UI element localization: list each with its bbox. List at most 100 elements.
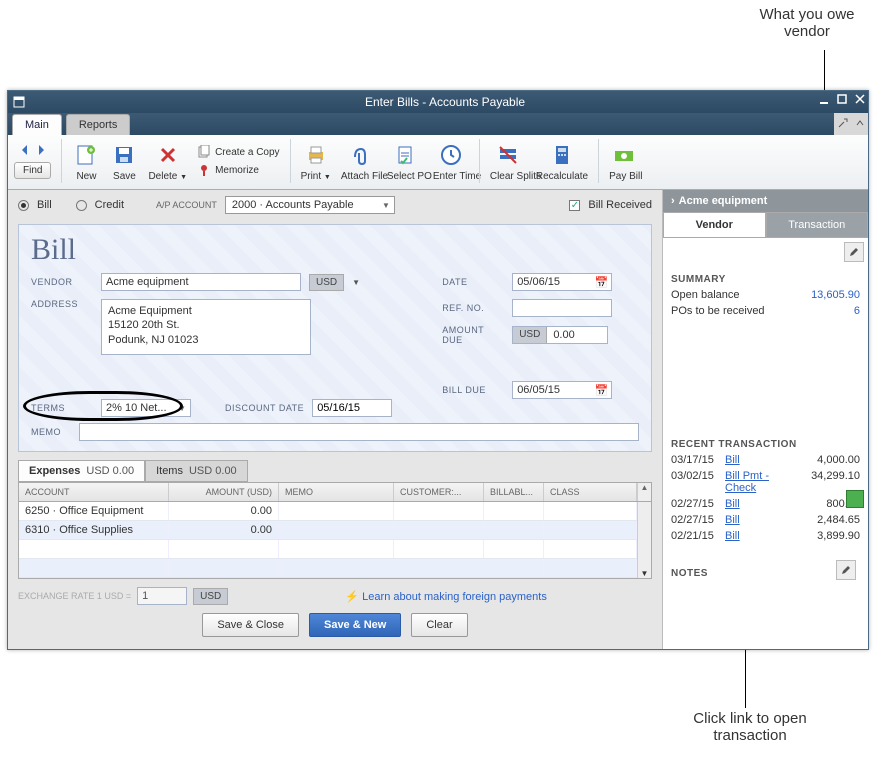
calendar-icon[interactable]: 📅 [594, 276, 608, 289]
billdue-value: 06/05/15 [517, 384, 560, 396]
tab-reports[interactable]: Reports [66, 114, 131, 135]
credit-radio[interactable] [76, 200, 87, 211]
th-customer[interactable]: CUSTOMER:... [394, 483, 484, 501]
bill-received-checkbox[interactable] [569, 200, 580, 211]
tx-link[interactable]: Bill [725, 498, 794, 510]
tx-link[interactable]: Bill Pmt -Check [725, 470, 794, 494]
print-icon [302, 141, 330, 169]
prev-arrow-icon[interactable] [18, 143, 32, 160]
cell-account: 6250 · Office Equipment [19, 502, 169, 520]
vendor-select[interactable]: Acme equipment [101, 273, 301, 291]
delete-button[interactable]: Delete ▼ [148, 141, 187, 182]
close-icon[interactable] [854, 93, 866, 108]
save-close-button[interactable]: Save & Close [202, 613, 299, 637]
popout-icon[interactable] [838, 118, 848, 131]
bill-received-label: Bill Received [588, 199, 652, 211]
calculator-icon [548, 141, 576, 169]
vendor-header-name: Acme equipment [679, 195, 768, 207]
edit-notes-button[interactable] [836, 560, 856, 580]
clear-splits-label: Clear Splits [490, 171, 526, 182]
collapse-ribbon-icon[interactable] [855, 118, 865, 131]
th-class[interactable]: CLASS [544, 483, 637, 501]
save-button[interactable]: Save [110, 141, 138, 182]
pay-bill-icon [610, 141, 638, 169]
recalculate-button[interactable]: Recalculate [536, 141, 588, 182]
enter-time-button[interactable]: Enter Time [433, 141, 469, 182]
ap-account-select[interactable]: 2000 · Accounts Payable [225, 196, 395, 214]
th-account[interactable]: ACCOUNT [19, 483, 169, 501]
create-copy-label: Create a Copy [215, 147, 279, 158]
th-amount[interactable]: AMOUNT (USD) [169, 483, 279, 501]
tab-expenses[interactable]: Expenses USD 0.00 [18, 460, 145, 482]
notes-title: NOTES [671, 568, 860, 579]
create-copy-button[interactable]: Create a Copy [197, 145, 279, 159]
check-area: Bill VENDOR Acme equipment USD ▼ [18, 224, 652, 452]
amount-due-currency: USD [513, 327, 547, 343]
clear-splits-button[interactable]: Clear Splits [490, 141, 526, 182]
select-po-button[interactable]: Select PO [387, 141, 423, 182]
callout-bottom: Click link to open transaction [660, 710, 840, 744]
open-balance-value[interactable]: 13,605.90 [811, 289, 860, 301]
th-billable[interactable]: BILLABL... [484, 483, 544, 501]
chevron-right-icon[interactable]: › [671, 195, 675, 207]
vendor-currency[interactable]: USD [309, 274, 344, 291]
billdue-input[interactable]: 06/05/15 📅 [512, 381, 612, 399]
learn-foreign-payments-link[interactable]: Learn about making foreign payments [362, 591, 547, 603]
memo-input[interactable] [79, 423, 639, 441]
attach-file-button[interactable]: Attach File [341, 141, 377, 182]
vendor-value: Acme equipment [106, 276, 189, 288]
refno-label: REF. NO. [442, 303, 504, 313]
tx-link[interactable]: Bill [725, 530, 794, 542]
ribbon-tabs: Main Reports [8, 113, 868, 135]
pos-value[interactable]: 6 [854, 305, 860, 317]
table-row-empty[interactable] [19, 559, 637, 578]
tx-link[interactable]: Bill [725, 454, 794, 466]
table-row[interactable]: 6310 · Office Supplies 0.00 [19, 521, 637, 540]
table-row[interactable]: 6250 · Office Equipment 0.00 [19, 502, 637, 521]
clear-splits-icon [494, 141, 522, 169]
bill-radio[interactable] [18, 200, 29, 211]
tx-link[interactable]: Bill [725, 514, 794, 526]
pin-icon [197, 163, 211, 177]
left-pane: Bill Credit A/P ACCOUNT 2000 · Accounts … [8, 190, 663, 649]
address-label: ADDRESS [31, 299, 93, 309]
date-label: DATE [442, 277, 504, 287]
th-memo[interactable]: MEMO [279, 483, 394, 501]
clear-button[interactable]: Clear [411, 613, 467, 637]
report-button[interactable] [846, 490, 864, 508]
edit-summary-button[interactable] [844, 242, 864, 262]
new-button[interactable]: New [72, 141, 100, 182]
amount-due-field[interactable]: USD 0.00 [512, 326, 608, 344]
tab-vendor[interactable]: Vendor [663, 212, 766, 238]
print-button[interactable]: Print ▼ [301, 141, 331, 182]
tab-items[interactable]: Items USD 0.00 [145, 460, 248, 482]
tx-date: 02/21/15 [671, 530, 721, 542]
open-balance-label: Open balance [671, 289, 740, 301]
table-row-empty[interactable] [19, 540, 637, 559]
scroll-up-icon[interactable]: ▲ [637, 483, 651, 501]
calendar-icon-2[interactable]: 📅 [594, 384, 608, 397]
lightning-icon: ⚡ [345, 591, 359, 603]
discount-date-input[interactable] [312, 399, 392, 417]
terms-select[interactable]: 2% 10 Net... ▼ [101, 399, 191, 417]
address-field[interactable]: Acme Equipment 15120 20th St. Podunk, NJ… [101, 299, 311, 355]
recalculate-label: Recalculate [536, 171, 588, 182]
memorize-button[interactable]: Memorize [197, 163, 259, 177]
tab-transaction[interactable]: Transaction [766, 212, 869, 238]
refno-input[interactable] [512, 299, 612, 317]
date-value: 05/06/15 [517, 276, 560, 288]
vendor-label: VENDOR [31, 277, 93, 287]
cell-amount: 0.00 [169, 502, 279, 520]
next-arrow-icon[interactable] [34, 143, 48, 160]
window-menu-icon[interactable] [12, 95, 26, 109]
tab-main[interactable]: Main [12, 114, 62, 135]
find-button[interactable]: Find [14, 162, 51, 179]
pay-bill-button[interactable]: Pay Bill [609, 141, 639, 182]
ribbon-controls [834, 113, 868, 135]
scrollbar[interactable]: ▼ [637, 502, 651, 578]
save-new-button[interactable]: Save & New [309, 613, 401, 637]
minimize-icon[interactable] [818, 93, 830, 108]
exchange-rate-label: EXCHANGE RATE 1 USD = [18, 591, 131, 601]
maximize-icon[interactable] [836, 93, 848, 108]
date-input[interactable]: 05/06/15 📅 [512, 273, 612, 291]
